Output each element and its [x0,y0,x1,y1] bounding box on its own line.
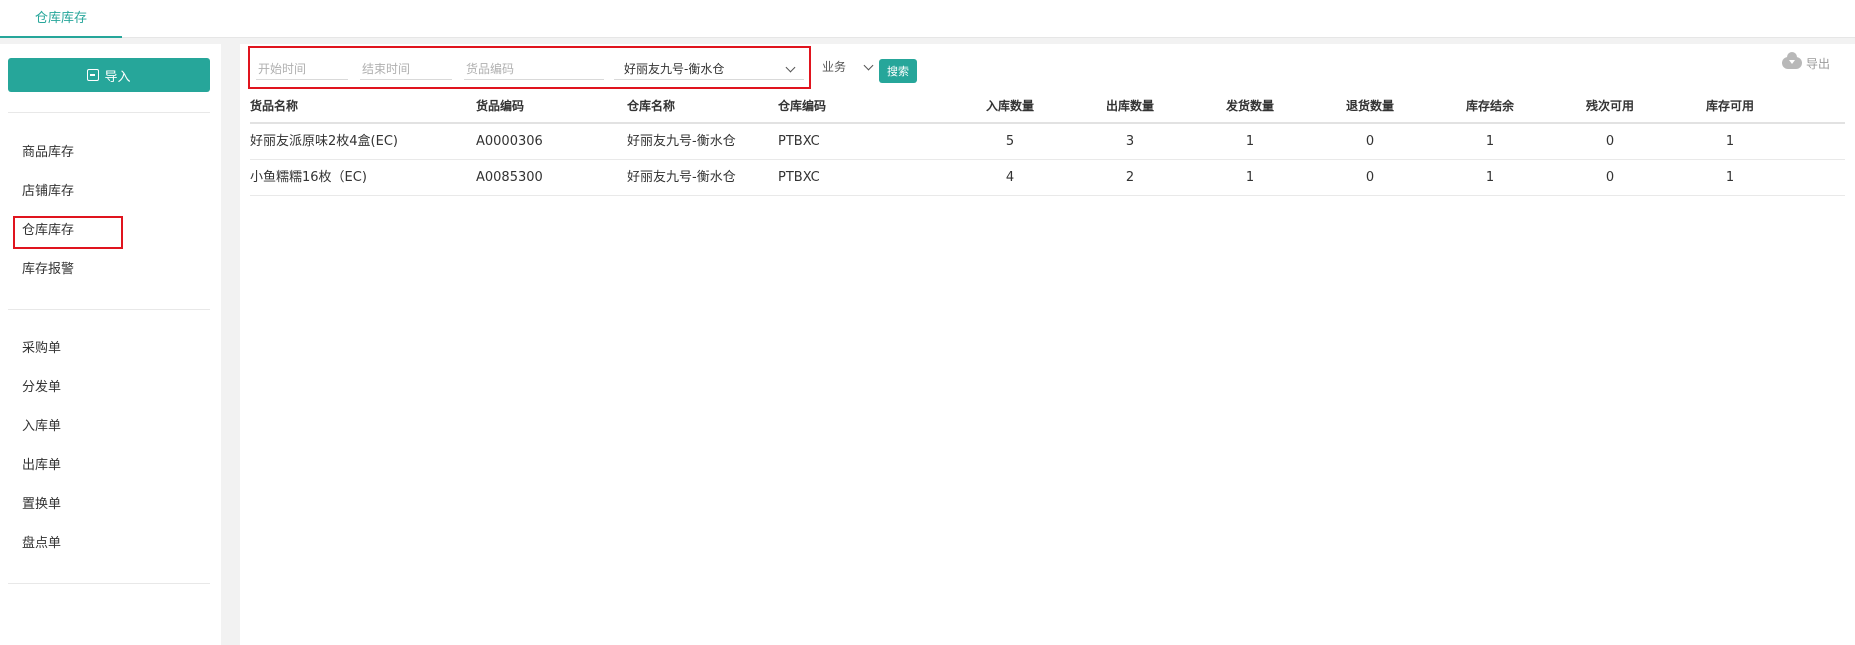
product-code-input[interactable] [464,58,604,80]
sidebar-item-inventory-alert[interactable]: 库存报警 [22,260,74,280]
export-button[interactable]: 导出 [1782,52,1831,72]
import-button[interactable]: 导入 [8,58,210,92]
cell-product-code: A0085300 [476,170,543,185]
filter-highlight-box: 好丽友九号-衡水仓 [248,46,811,89]
sidebar-item-distribution-order[interactable]: 分发单 [22,378,61,398]
cell-stock-available: 1 [1725,170,1735,185]
import-button-label: 导入 [104,69,131,85]
cell-returned-qty: 0 [1365,170,1375,185]
export-button-label: 导出 [1806,56,1831,71]
inventory-table: 货品名称 货品编码 仓库名称 仓库编码 入库数量 出库数量 发货数量 退货数量 … [250,94,1845,196]
cell-stock-available: 1 [1725,134,1735,149]
business-select-value: 业务 [822,60,847,74]
end-time-input[interactable] [360,58,452,80]
cell-outbound-qty: 2 [1125,170,1135,185]
cloud-download-icon [1782,52,1802,69]
table-header: 货品名称 货品编码 仓库名称 仓库编码 入库数量 出库数量 发货数量 退货数量 … [250,94,1845,124]
sidebar-item-stocktake-order[interactable]: 盘点单 [22,534,61,554]
header-stock-balance: 库存结余 [1465,99,1514,113]
header-returned-qty: 退货数量 [1345,99,1394,113]
header-product-name: 货品名称 [250,99,299,113]
header-inbound-qty: 入库数量 [985,99,1034,113]
cell-warehouse-name: 好丽友九号-衡水仓 [627,170,736,185]
import-icon [87,69,100,81]
cell-stock-balance: 1 [1485,170,1495,185]
header-defective-available: 残次可用 [1585,99,1634,113]
search-button[interactable]: 搜索 [879,59,917,83]
sidebar-item-highlight [13,216,123,249]
table-row[interactable]: 小鱼糯糯16枚（EC) A0085300 好丽友九号-衡水仓 PTBXC 4 2… [250,160,1845,196]
cell-inbound-qty: 4 [1005,170,1015,185]
warehouse-select-value: 好丽友九号-衡水仓 [624,62,725,76]
header-product-code: 货品编码 [476,99,525,113]
cell-product-name: 小鱼糯糯16枚（EC) [250,170,367,185]
cell-defective-available: 0 [1605,170,1615,185]
cell-inbound-qty: 5 [1005,134,1015,149]
cell-warehouse-code: PTBXC [778,170,820,185]
cell-returned-qty: 0 [1365,134,1375,149]
chevron-down-icon [785,62,796,73]
header-warehouse-name: 仓库名称 [627,99,676,113]
header-outbound-qty: 出库数量 [1105,99,1154,113]
sidebar-divider [8,309,210,310]
cell-shipped-qty: 1 [1245,170,1255,185]
cell-outbound-qty: 3 [1125,134,1135,149]
tab-bar: 仓库库存 [0,0,1855,38]
table-row[interactable]: 好丽友派原味2枚4盒(EC) A0000306 好丽友九号-衡水仓 PTBXC … [250,124,1845,160]
cell-product-code: A0000306 [476,134,543,149]
cell-product-name: 好丽友派原味2枚4盒(EC) [250,134,398,149]
cell-stock-balance: 1 [1485,134,1495,149]
header-shipped-qty: 发货数量 [1225,99,1274,113]
sidebar-item-outbound-order[interactable]: 出库单 [22,456,61,476]
sidebar-item-inbound-order[interactable]: 入库单 [22,417,61,437]
header-warehouse-code: 仓库编码 [778,99,827,113]
tab-warehouse-inventory[interactable]: 仓库库存 [0,0,122,38]
cell-warehouse-name: 好丽友九号-衡水仓 [627,134,736,149]
header-stock-available: 库存可用 [1705,99,1754,113]
cell-defective-available: 0 [1605,134,1615,149]
cell-shipped-qty: 1 [1245,134,1255,149]
cell-warehouse-code: PTBXC [778,134,820,149]
sidebar-divider [8,583,210,584]
sidebar-item-purchase-order[interactable]: 采购单 [22,339,61,359]
warehouse-select[interactable]: 好丽友九号-衡水仓 [614,58,804,80]
sidebar-item-store-inventory[interactable]: 店铺库存 [22,182,74,202]
start-time-input[interactable] [256,58,348,80]
business-select[interactable]: 业务 [818,56,874,78]
sidebar: 导入 商品库存 店铺库存 仓库库存 库存报警 采购单 分发单 入库单 出库单 置… [0,44,221,645]
sidebar-divider [8,112,210,113]
main-panel: 好丽友九号-衡水仓 业务 搜索 导出 货品名称 货品编码 仓库名称 仓库编码 入… [240,44,1855,645]
sidebar-item-exchange-order[interactable]: 置换单 [22,495,61,515]
chevron-down-icon [863,60,874,71]
sidebar-item-product-inventory[interactable]: 商品库存 [22,143,74,163]
